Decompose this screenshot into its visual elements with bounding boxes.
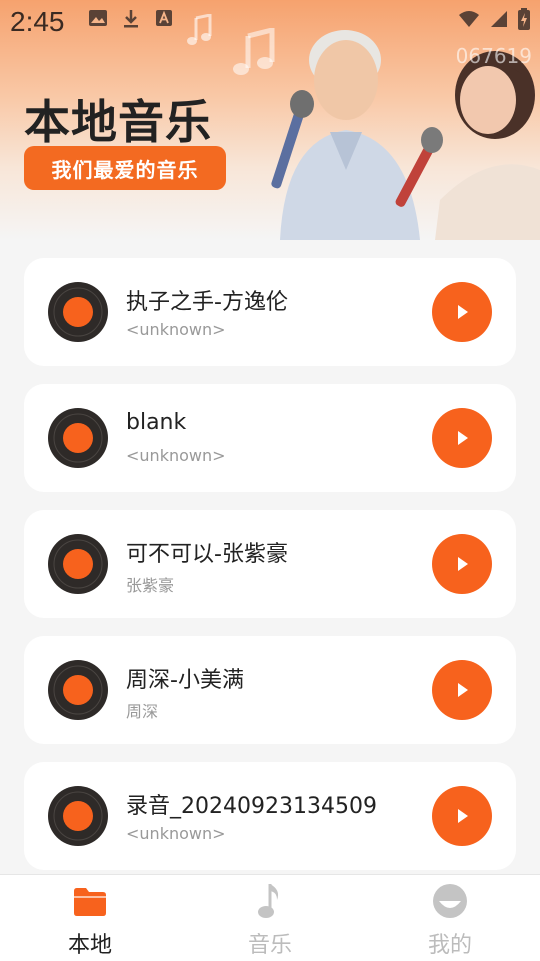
- song-title: 可不可以-张紫豪: [126, 542, 288, 567]
- song-title: 录音_20240923134509: [126, 794, 377, 819]
- song-list: 执子之手-方逸伦 <unknown> blank <unknown> 可不可以-…: [24, 258, 516, 888]
- bottom-nav: 本地 音乐 我的: [0, 874, 540, 961]
- song-artist: <unknown>: [126, 320, 226, 339]
- song-title: blank: [126, 410, 187, 435]
- vinyl-disc-icon: [48, 282, 108, 342]
- tab-label: 我的: [427, 933, 472, 958]
- play-icon: [458, 557, 468, 571]
- image-icon: [89, 10, 107, 26]
- play-icon: [458, 431, 468, 445]
- play-icon: [458, 305, 468, 319]
- song-title: 周深-小美满: [126, 668, 244, 693]
- music-note-icon: [258, 884, 279, 918]
- vinyl-disc-icon: [48, 534, 108, 594]
- tab-mine[interactable]: 我的: [360, 875, 540, 961]
- tab-local[interactable]: 本地: [0, 875, 180, 961]
- song-artist: <unknown>: [126, 824, 226, 843]
- play-button[interactable]: [432, 282, 492, 342]
- vinyl-disc-icon: [48, 786, 108, 846]
- vinyl-disc-icon: [48, 660, 108, 720]
- page-title: 本地音乐: [24, 95, 212, 149]
- profile-face-icon: [433, 884, 467, 918]
- singers-illustration: [271, 30, 540, 240]
- tab-label: 本地: [67, 933, 112, 958]
- play-button[interactable]: [432, 408, 492, 468]
- subtitle-badge: 我们最爱的音乐: [24, 146, 226, 190]
- watermark-text: 067619: [455, 44, 532, 68]
- status-time: 2:45: [10, 6, 65, 37]
- tab-music[interactable]: 音乐: [180, 875, 360, 961]
- song-item[interactable]: 可不可以-张紫豪 张紫豪: [24, 510, 516, 618]
- tab-label: 音乐: [247, 933, 292, 958]
- play-icon: [458, 683, 468, 697]
- song-item[interactable]: 周深-小美满 周深: [24, 636, 516, 744]
- subtitle-text: 我们最爱的音乐: [51, 157, 199, 182]
- play-icon: [458, 809, 468, 823]
- play-button[interactable]: [432, 660, 492, 720]
- song-artist: 周深: [126, 702, 159, 721]
- song-item[interactable]: 执子之手-方逸伦 <unknown>: [24, 258, 516, 366]
- song-artist: 张紫豪: [126, 576, 175, 595]
- play-button[interactable]: [432, 534, 492, 594]
- play-button[interactable]: [432, 786, 492, 846]
- music-note-decoration-icon: [187, 14, 212, 45]
- song-artist: <unknown>: [126, 446, 226, 465]
- text-a-icon: [156, 10, 172, 26]
- header-banner: 2:45 067619 本地音乐 我们最爱的音乐: [0, 0, 540, 240]
- download-icon: [124, 10, 138, 28]
- folder-icon: [74, 888, 106, 916]
- song-item[interactable]: 录音_20240923134509 <unknown>: [24, 762, 516, 870]
- song-title: 执子之手-方逸伦: [126, 290, 288, 315]
- vinyl-disc-icon: [48, 408, 108, 468]
- song-item[interactable]: blank <unknown>: [24, 384, 516, 492]
